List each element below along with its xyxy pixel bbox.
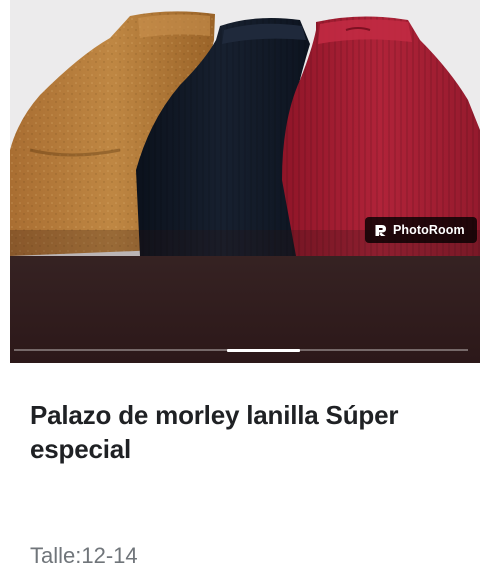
product-size-label: Talle:12-14 [30,543,138,568]
product-title: Palazo de morley lanilla Súper especial [30,400,399,464]
product-image-carousel[interactable]: PhotoRoom [10,0,480,363]
carousel-progress-track [14,348,468,352]
product-page: PhotoRoom Palazo de morley lanilla Súper… [0,0,480,582]
photoroom-watermark: PhotoRoom [365,217,477,243]
photoroom-logo-icon [375,224,386,236]
watermark-label: PhotoRoom [393,223,465,237]
carousel-progress-indicator [227,348,300,352]
